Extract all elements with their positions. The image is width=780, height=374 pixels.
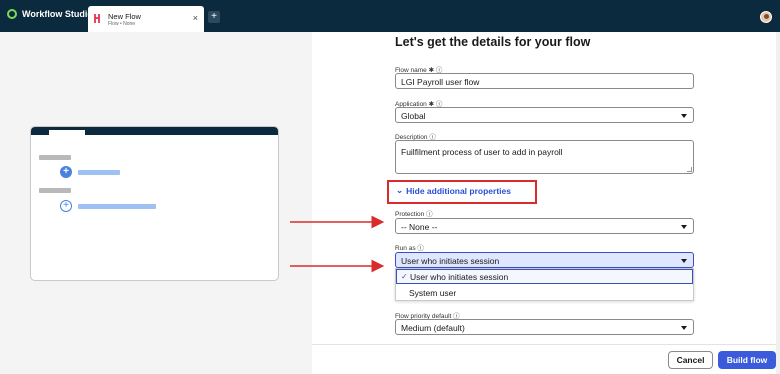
description-textarea[interactable]: Fuilfilment process of user to add in pa…: [395, 140, 694, 174]
scrollbar[interactable]: [776, 32, 780, 374]
tab-subtitle: Flow • None: [108, 21, 136, 27]
page-title: Let's get the details for your flow: [395, 35, 591, 49]
run-as-option-user[interactable]: ✓ User who initiates session: [396, 269, 693, 284]
run-as-option-system[interactable]: System user: [396, 286, 693, 301]
info-icon: ⓘ: [417, 245, 424, 252]
add-trigger-icon: +: [60, 166, 72, 178]
top-bar: Workflow Studio New Flow Flow • None × +: [0, 0, 780, 32]
tab-new-flow[interactable]: New Flow Flow • None ×: [88, 6, 204, 32]
chevron-down-icon: ⌄: [396, 185, 404, 195]
add-tab-button[interactable]: +: [208, 11, 220, 23]
footer-divider: [312, 344, 780, 345]
check-icon: ✓: [401, 272, 408, 281]
app-name: Workflow Studio: [22, 9, 93, 19]
run-as-label: Run as ⓘ: [395, 245, 424, 252]
close-icon[interactable]: ×: [193, 13, 198, 23]
flow-icon: [94, 14, 100, 23]
resize-handle-icon[interactable]: [687, 167, 692, 172]
application-select[interactable]: Global: [395, 107, 694, 123]
avatar[interactable]: [760, 11, 772, 23]
run-as-select[interactable]: User who initiates session: [395, 252, 694, 268]
priority-select[interactable]: Medium (default): [395, 319, 694, 335]
protection-select[interactable]: -- None --: [395, 218, 694, 234]
tab-title: New Flow: [108, 12, 141, 21]
brand[interactable]: Workflow Studio: [7, 9, 93, 19]
workflow-studio-logo-icon: [7, 9, 17, 19]
flow-illustration: + +: [30, 126, 279, 281]
illustration-action-line: [78, 204, 156, 209]
illustration-trigger-bar: [39, 155, 71, 160]
build-flow-button[interactable]: Build flow: [718, 351, 776, 369]
add-action-icon: +: [60, 200, 72, 212]
description-text: Fuilfilment process of user to add in pa…: [401, 147, 563, 157]
illustration-trigger-line: [78, 170, 120, 175]
run-as-dropdown: ✓ User who initiates session System user: [395, 268, 694, 301]
cancel-button[interactable]: Cancel: [668, 351, 713, 369]
illustration-tab: [49, 130, 85, 135]
hide-additional-properties-toggle[interactable]: ⌄ Hide additional properties: [396, 185, 511, 196]
protection-label: Protection ⓘ: [395, 211, 433, 218]
flow-name-input[interactable]: LGI Payroll user flow: [395, 73, 694, 89]
illustration-action-bar: [39, 188, 71, 193]
info-icon: ⓘ: [426, 211, 433, 218]
